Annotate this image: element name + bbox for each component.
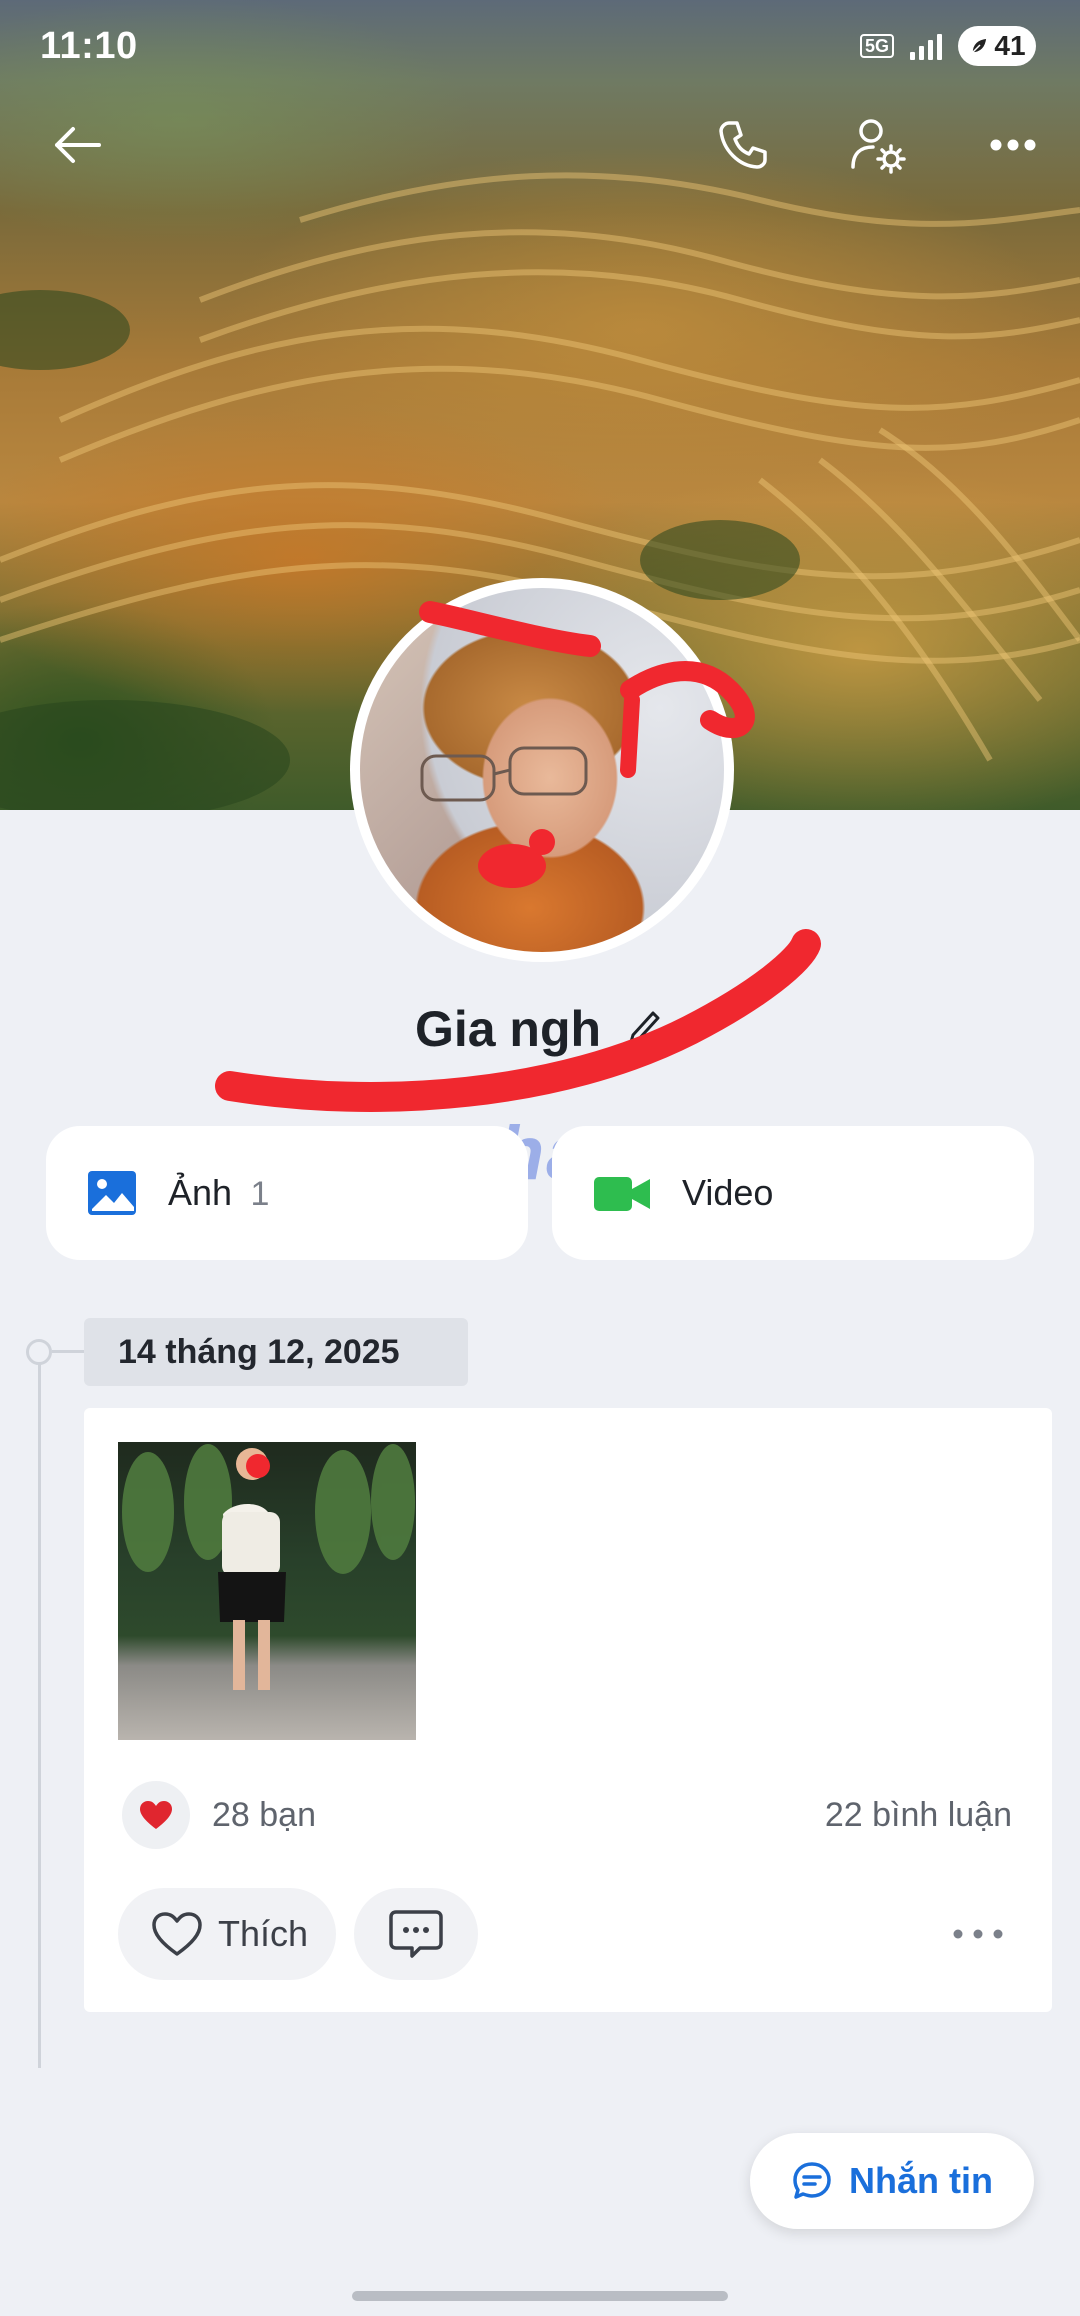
post-more-button[interactable] [938,1904,1018,1964]
timeline-dot [26,1339,52,1365]
avatar-photo [360,588,724,952]
photo-gallery-icon [88,1171,136,1215]
post-photo[interactable] [118,1442,416,1740]
photos-button[interactable]: Ảnh 1 [46,1126,528,1260]
reactions-count[interactable]: 28 bạn [212,1796,316,1835]
comment-bubble-icon [389,1910,443,1958]
more-options-button[interactable] [978,110,1048,180]
profile-header-actions [0,110,1080,180]
reaction-heart-badge[interactable] [122,1781,190,1849]
timeline-date: 14 tháng 12, 2025 [84,1318,468,1386]
status-bar: 11:10 5G 41 [0,0,1080,92]
user-settings-icon [851,119,906,174]
home-indicator[interactable] [352,2291,728,2301]
glasses-icon [420,746,588,802]
heart-outline-icon [152,1912,202,1956]
post-photo-content [122,1444,415,1690]
profile-name-row: Gia ngh [0,1000,1080,1058]
back-button[interactable] [42,110,112,180]
comment-button[interactable] [354,1888,479,1980]
edit-name-button[interactable] [625,1005,665,1054]
more-horizontal-icon [990,139,1036,151]
leaf-icon [971,37,989,54]
send-message-button[interactable]: Nhắn tin [750,2133,1034,2229]
edit-pencil-icon [627,1011,663,1048]
media-shortcuts: Ảnh 1 Video [46,1126,1034,1260]
video-camera-icon [594,1177,650,1211]
battery-level: 41 [994,30,1026,61]
send-message-label: Nhắn tin [849,2160,993,2201]
status-time: 11:10 [40,24,138,67]
signal-icon [910,32,942,60]
network-type-icon: 5G [859,34,894,58]
like-button[interactable]: Thích [118,1888,337,1980]
videos-label: Video [682,1172,774,1213]
post-card: 28 bạn 22 bình luận Thích [84,1408,1052,2012]
profile-settings-button[interactable] [842,110,912,180]
chat-icon [793,2162,831,2199]
comments-count[interactable]: 22 bình luận [825,1796,1012,1835]
more-horizontal-icon [953,1929,1003,1939]
call-button[interactable] [708,110,778,180]
battery-indicator: 41 [958,26,1036,66]
profile-name: Gia ngh [414,1001,602,1057]
status-icons: 5G 41 [859,26,1036,66]
heart-icon [140,1801,172,1829]
post-actions: Thích [118,1888,1018,1980]
profile-avatar[interactable] [350,578,734,962]
reaction-summary: 28 bạn 22 bình luận [122,1780,1012,1850]
videos-button[interactable]: Video [552,1126,1034,1260]
phone-icon [719,121,767,169]
like-label: Thích [218,1913,309,1954]
timeline-connector [52,1350,84,1353]
back-arrow-icon [55,127,101,163]
photos-label: Ảnh [168,1172,233,1213]
photos-count: 1 [250,1175,270,1213]
timeline-line [38,1352,41,2068]
